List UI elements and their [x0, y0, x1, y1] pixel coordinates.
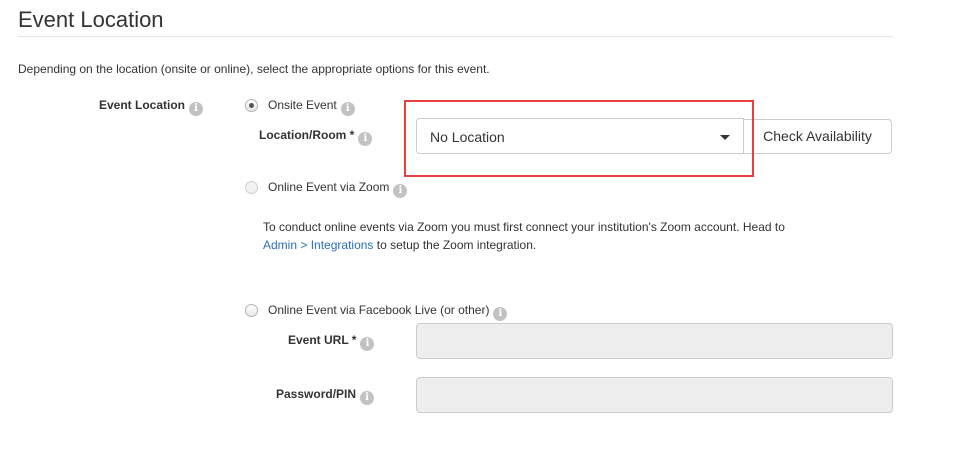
check-availability-button[interactable]: Check Availability: [743, 119, 892, 154]
zoom-event-option: Online Event via Zoom i: [268, 179, 408, 198]
facebook-event-option: Online Event via Facebook Live (or other…: [268, 302, 508, 321]
event-url-label: Event URL * i: [288, 332, 375, 351]
event-location-label-text: Event Location: [99, 98, 186, 112]
info-icon[interactable]: i: [493, 307, 508, 321]
zoom-event-label: Online Event via Zoom: [268, 180, 390, 194]
onsite-event-radio[interactable]: [245, 99, 258, 112]
info-icon[interactable]: i: [340, 102, 355, 116]
breadcrumb-separator: >: [300, 238, 308, 252]
zoom-integration-note: To conduct online events via Zoom you mu…: [263, 218, 883, 254]
info-icon[interactable]: i: [189, 102, 204, 116]
onsite-event-label: Onsite Event: [268, 98, 337, 112]
section-title: Event Location: [18, 7, 164, 32]
password-pin-input[interactable]: [416, 377, 893, 413]
info-icon[interactable]: i: [358, 132, 373, 146]
facebook-event-radio[interactable]: [245, 304, 258, 317]
section-divider: [18, 36, 893, 37]
zoom-event-radio[interactable]: [245, 181, 258, 194]
location-room-label: Location/Room * i: [259, 127, 373, 146]
facebook-event-label: Online Event via Facebook Live (or other…: [268, 303, 490, 317]
event-url-label-text: Event URL *: [288, 333, 357, 347]
password-pin-label-text: Password/PIN: [276, 387, 357, 401]
password-pin-label: Password/PIN i: [276, 386, 375, 405]
event-url-input[interactable]: [416, 323, 893, 359]
highlight-box: [404, 100, 754, 177]
zoom-note-text: To conduct online events via Zoom you mu…: [263, 220, 785, 234]
info-icon[interactable]: i: [360, 337, 375, 351]
integrations-link[interactable]: Integrations: [311, 238, 374, 252]
zoom-note-suffix: to setup the Zoom integration.: [376, 238, 537, 252]
info-icon[interactable]: i: [360, 391, 375, 405]
onsite-event-option: Onsite Event i: [268, 97, 355, 116]
admin-link[interactable]: Admin: [263, 238, 297, 252]
location-room-label-text: Location/Room *: [259, 128, 355, 142]
section-description: Depending on the location (onsite or onl…: [18, 62, 490, 76]
info-icon[interactable]: i: [393, 184, 408, 198]
event-location-label: Event Location i: [99, 97, 204, 116]
